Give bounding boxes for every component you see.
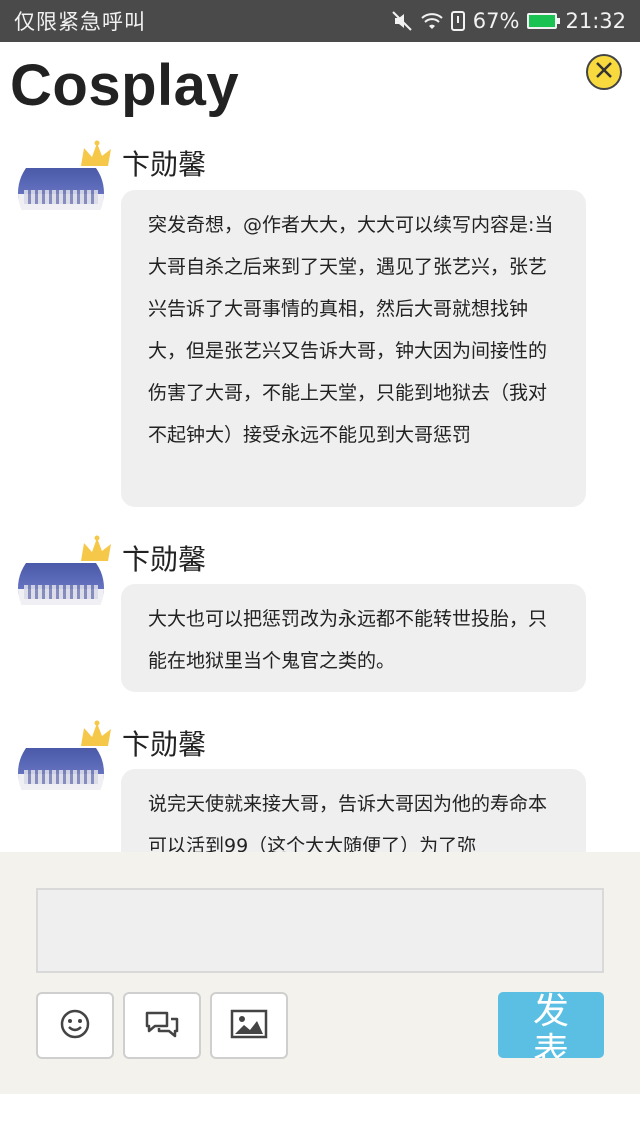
page-title: Cosplay	[10, 53, 240, 118]
comment-text: 突发奇想，@作者大大，大大可以续写内容是:当大哥自杀之后来到了天堂，遇见了张艺兴…	[121, 190, 586, 507]
crown-icon	[78, 140, 114, 172]
comment-username[interactable]: 卞勋馨	[122, 723, 206, 763]
crown-icon	[78, 535, 114, 567]
send-button-label: 发表	[533, 992, 570, 1058]
send-button[interactable]: 发表	[498, 992, 604, 1058]
comment-composer: 发表	[0, 852, 640, 1094]
clock: 21:32	[565, 9, 626, 33]
status-bar: 仅限紧急呼叫 67% 21:32	[0, 0, 640, 42]
image-icon	[230, 1008, 268, 1044]
image-button[interactable]	[210, 992, 288, 1059]
battery-icon	[527, 13, 561, 29]
chat-icon	[143, 1009, 181, 1043]
comment-input[interactable]	[36, 888, 604, 973]
comment-username[interactable]: 卞勋馨	[122, 538, 206, 578]
bottom-spacer	[0, 1094, 640, 1138]
status-icons: 67% 21:32	[391, 9, 626, 33]
battery-percent: 67%	[472, 9, 520, 33]
emoji-button[interactable]	[36, 992, 114, 1059]
chat-button[interactable]	[123, 992, 201, 1059]
mute-icon	[391, 10, 413, 32]
emoji-icon	[59, 1008, 91, 1044]
wifi-icon	[421, 11, 443, 31]
status-emergency-text: 仅限紧急呼叫	[14, 10, 146, 34]
crown-icon	[78, 720, 114, 752]
comment-username[interactable]: 卞勋馨	[122, 143, 206, 183]
comment-text: 大大也可以把惩罚改为永远都不能转世投胎，只能在地狱里当个鬼官之类的。	[121, 584, 586, 692]
close-button[interactable]	[586, 54, 622, 90]
close-icon	[594, 60, 614, 84]
sim-icon	[450, 11, 465, 31]
